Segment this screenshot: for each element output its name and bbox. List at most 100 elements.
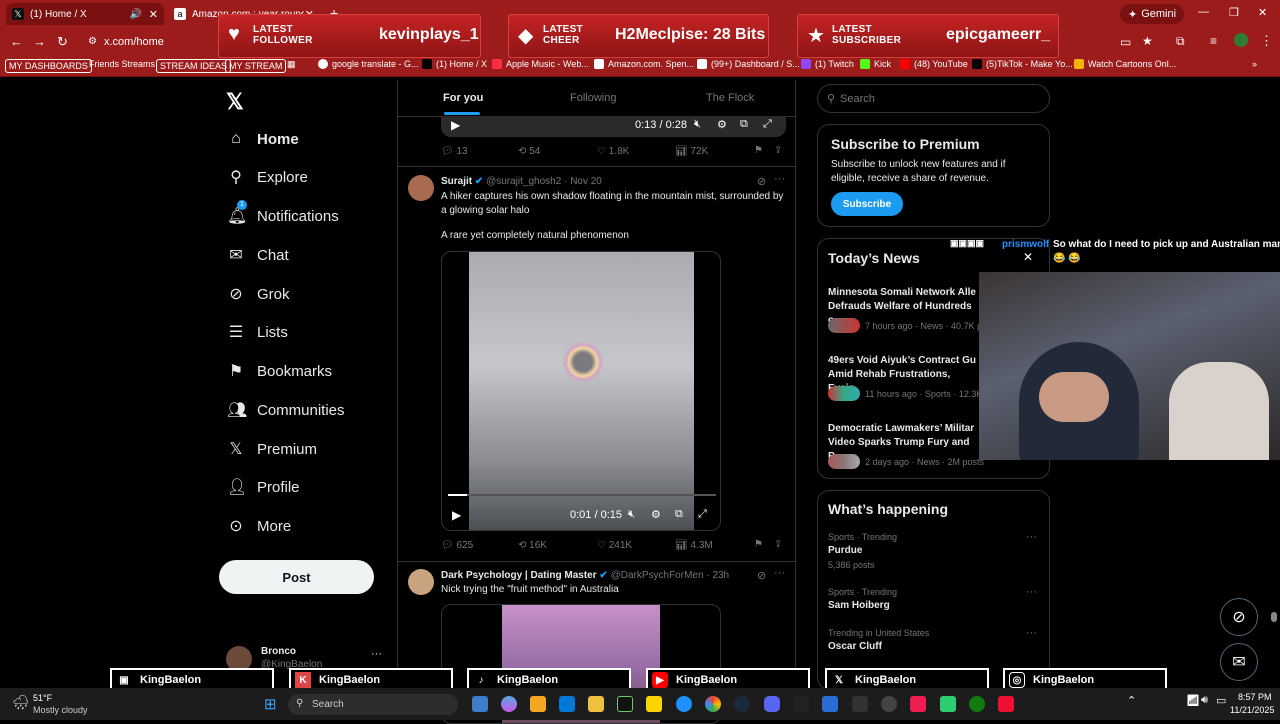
settings-icon[interactable]: ⚙ — [651, 508, 661, 521]
sidebar-item-chat[interactable]: ✉ Chat — [227, 244, 288, 266]
tab-x-home[interactable]: 𝕏 (1) Home / X 🔊 ✕ — [6, 3, 164, 25]
fullscreen-icon[interactable]: ⤢ — [763, 118, 772, 131]
search-input[interactable]: ⚲ Search — [817, 84, 1050, 113]
trend-topic[interactable]: Purdue — [828, 545, 862, 556]
sidebar-item-communities[interactable]: 👥︎ Communities — [227, 399, 345, 421]
view-count[interactable]: 📊︎ 4.3M — [675, 540, 713, 551]
app-icon[interactable] — [998, 696, 1014, 712]
gemini-button[interactable]: ✦ Gemini — [1120, 4, 1185, 24]
author-name[interactable]: Dark Psychology | Dating Master — [441, 570, 597, 581]
author-name[interactable]: Surajit — [441, 176, 472, 187]
tweet-date[interactable]: Nov 20 — [570, 176, 602, 187]
reply-count[interactable]: 💬︎ 13 — [441, 146, 468, 157]
more-dots-icon[interactable]: ··· — [1026, 531, 1037, 543]
outlook-icon[interactable] — [559, 696, 575, 712]
sidebar-item-bookmarks[interactable]: ⚑ Bookmarks — [227, 360, 332, 382]
back-icon[interactable]: ← — [10, 34, 23, 49]
app-icon[interactable] — [472, 696, 488, 712]
more-dots-icon[interactable]: ··· — [774, 173, 785, 185]
play-icon[interactable]: ▶ — [452, 508, 461, 522]
tweet[interactable]: Surajit ✔ @surajit_ghosh2 · Nov 20 ⊘ ···… — [398, 167, 797, 557]
share-icon[interactable]: ⇪ — [774, 145, 782, 156]
steam-icon[interactable] — [734, 696, 750, 712]
reply-count[interactable]: 💬︎ 625 — [441, 540, 473, 551]
messages-floating-button[interactable]: ✉ — [1220, 643, 1258, 681]
mute-icon[interactable]: 🔇︎ — [628, 508, 635, 521]
tab-the-flock[interactable]: The Flock — [706, 92, 754, 104]
bookmark-twitch[interactable]: (1) Twitch — [801, 59, 854, 69]
video-player[interactable]: ▶ 0:13 / 0:28 🔇︎ ⚙ ⧉ ⤢ — [441, 116, 786, 137]
sidebar-item-grok[interactable]: ⊘ Grok — [227, 283, 289, 305]
sidebar-item-profile[interactable]: 👤︎ Profile — [227, 476, 300, 498]
trend-topic[interactable]: Sam Hoiberg — [828, 600, 890, 611]
sidebar-item-premium[interactable]: 𝕏 Premium — [227, 438, 317, 460]
page-scrollbar[interactable] — [1271, 612, 1277, 622]
menu-kebab-icon[interactable]: ⋮ — [1260, 33, 1273, 49]
bookmark-stream-ideas[interactable]: STREAM IDEAS — [156, 59, 232, 73]
windows-start-icon[interactable]: ⊞ — [264, 695, 277, 713]
bookmark-x-home[interactable]: (1) Home / X — [422, 59, 487, 69]
grok-icon[interactable]: ⊘ — [757, 569, 766, 582]
bookmark-amazon[interactable]: Amazon.com. Spen... — [594, 59, 694, 69]
bookmark-friends-streams[interactable]: Friends Streams — [89, 59, 155, 69]
sidebar-item-home[interactable]: ⌂ Home — [227, 128, 299, 150]
site-info-icon[interactable]: ⚙ — [88, 36, 97, 47]
tab-for-you[interactable]: For you — [443, 92, 483, 104]
tab-following[interactable]: Following — [570, 92, 616, 104]
repost-count[interactable]: ⟲ 16K — [518, 540, 547, 551]
forward-icon[interactable]: → — [33, 34, 46, 49]
share-icon[interactable]: ⇪ — [774, 539, 782, 550]
file-explorer-icon[interactable] — [588, 696, 604, 712]
video-progress-track[interactable] — [448, 494, 716, 496]
speaker-icon[interactable]: 🔊 — [130, 9, 142, 20]
app-icon[interactable] — [822, 696, 838, 712]
bookmark-my-dashboards[interactable]: MY DASHBOARDS — [5, 59, 92, 73]
bookmark-google-translate[interactable]: google translate - G... — [318, 59, 419, 69]
volume-icon[interactable]: 🔊︎ — [1201, 694, 1208, 707]
epic-games-icon[interactable] — [793, 696, 809, 712]
bookmark-tiktok[interactable]: (5)TikTok - Make Yo... — [972, 59, 1073, 69]
reading-list-icon[interactable]: ≡ — [1210, 34, 1217, 48]
bookmark-kick[interactable]: Kick — [860, 59, 891, 69]
close-window-button[interactable]: ✕ — [1258, 6, 1267, 19]
sidebar-item-more[interactable]: ⊙ More — [227, 515, 291, 537]
app-icon[interactable] — [940, 696, 956, 712]
pip-icon[interactable]: ⧉ — [675, 508, 683, 521]
bookmark-icon[interactable]: ⚑ — [754, 145, 763, 156]
post-button[interactable]: Post — [219, 560, 374, 594]
author-handle[interactable]: @DarkPsychForMen — [611, 570, 704, 581]
bookmark-apple-music[interactable]: Apple Music - Web... — [492, 59, 589, 69]
settings-icon[interactable]: ⚙ — [717, 118, 727, 131]
clock-time[interactable]: 8:57 PM — [1238, 692, 1272, 702]
more-dots-icon[interactable]: ··· — [1026, 627, 1037, 639]
sticky-notes-icon[interactable] — [646, 696, 662, 712]
like-count[interactable]: ♡ 1.8K — [597, 146, 629, 157]
author-handle[interactable]: @surajit_ghosh2 — [486, 176, 561, 187]
video-player[interactable]: ▶ 0:01 / 0:15 🔇︎ ⚙ ⧉ ⤢ — [441, 251, 721, 531]
avatar[interactable] — [408, 175, 434, 201]
battery-icon[interactable]: ▭ — [1216, 694, 1226, 707]
view-count[interactable]: 📊︎ 72K — [675, 146, 708, 157]
grok-icon[interactable]: ⊘ — [757, 175, 766, 188]
tweet-date[interactable]: 23h — [712, 570, 729, 581]
app-icon[interactable] — [852, 696, 868, 712]
tray-chevron-icon[interactable]: ⌃ — [1127, 694, 1136, 707]
more-dots-icon[interactable]: ··· — [774, 567, 785, 579]
edge-icon[interactable] — [676, 696, 692, 712]
clock-date[interactable]: 11/21/2025 — [1230, 705, 1274, 715]
extensions-icon[interactable]: ⧉ — [1176, 34, 1185, 49]
maximize-button[interactable]: ❐ — [1229, 6, 1239, 19]
taskbar-search[interactable]: ⚲ Search — [288, 694, 458, 715]
apps-grid-icon[interactable]: ▦ — [287, 59, 296, 70]
bookmark-icon[interactable]: ⚑ — [754, 539, 763, 550]
subscribe-button[interactable]: Subscribe — [831, 192, 903, 216]
trend-topic[interactable]: Oscar Cluff — [828, 641, 882, 652]
repost-count[interactable]: ⟲ 54 — [518, 146, 540, 157]
bookmark-star-icon[interactable]: ★ — [1142, 34, 1153, 48]
sidebar-item-lists[interactable]: ☰ Lists — [227, 321, 288, 343]
chrome-icon[interactable] — [705, 696, 721, 712]
close-tab-icon[interactable]: ✕ — [149, 8, 158, 21]
cast-icon[interactable]: ▭ — [1120, 35, 1131, 49]
avatar[interactable] — [408, 569, 434, 595]
copilot-icon[interactable] — [501, 696, 517, 712]
